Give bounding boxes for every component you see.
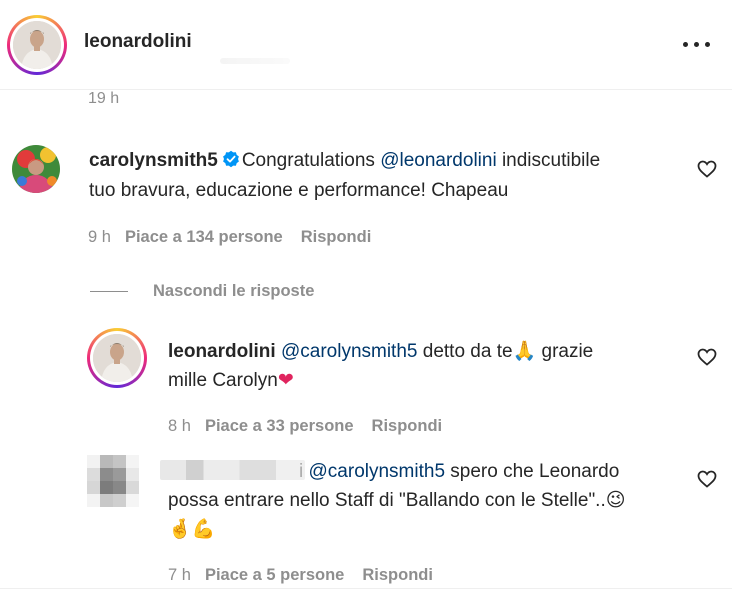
reply-text-line2: possa entrare nello Staff di "Ballando c… xyxy=(168,490,606,511)
wink-emoji: 😉 xyxy=(605,489,626,511)
reply-text: detto da te xyxy=(417,341,513,362)
reply-meta: 8 h Piace a 33 persone Rispondi xyxy=(168,417,442,436)
commenter-avatar[interactable] xyxy=(12,145,60,193)
heart-emoji: ❤ xyxy=(277,369,294,391)
reply-text-line2: mille Carolyn xyxy=(168,370,278,391)
reply-username[interactable]: leonardolini xyxy=(168,341,276,362)
hide-replies-toggle[interactable]: Nascondi le risposte xyxy=(90,280,314,302)
heart-outline-icon[interactable] xyxy=(697,348,717,366)
reply-time: 7 h xyxy=(168,566,191,584)
footer-divider xyxy=(0,588,732,589)
comment-text-pre: Congratulations xyxy=(241,150,381,171)
avatar-photo xyxy=(93,334,141,382)
comment-mention[interactable]: @leonardolini xyxy=(380,150,496,171)
post-header: leonardolini xyxy=(0,0,732,90)
comment-username[interactable]: carolynsmith5 xyxy=(89,150,218,171)
avatar-photo xyxy=(13,21,61,69)
comment-likes[interactable]: Piace a 134 persone xyxy=(125,228,283,246)
comment-text-post: indiscutibile xyxy=(496,150,601,171)
pixelated-avatar[interactable] xyxy=(87,455,139,507)
header-username[interactable]: leonardolini xyxy=(84,31,192,53)
post-time: 19 h xyxy=(88,90,120,107)
header-avatar[interactable] xyxy=(7,15,67,75)
reply-button[interactable]: Rispondi xyxy=(372,417,443,435)
reply-button[interactable]: Rispondi xyxy=(301,228,372,246)
reply-mention[interactable]: @carolynsmith5 xyxy=(281,341,418,362)
faded-caption xyxy=(220,58,290,64)
reply-likes[interactable]: Piace a 5 persone xyxy=(205,566,344,584)
comment-text-line2: tuo bravura, educazione e performance! C… xyxy=(89,180,509,201)
reply-username-suffix: i xyxy=(299,461,304,482)
hide-replies-label: Nascondi le risposte xyxy=(153,281,315,300)
heart-outline-icon[interactable] xyxy=(697,470,717,488)
divider-line xyxy=(90,290,128,292)
more-options-icon[interactable] xyxy=(683,34,711,54)
reply-button[interactable]: Rispondi xyxy=(362,566,433,584)
verified-badge-icon xyxy=(222,149,240,177)
flexed-biceps-emoji: 💪 xyxy=(191,518,216,540)
comment-time: 9 h xyxy=(88,228,111,246)
reply-text: spero che Leonardo xyxy=(445,461,620,482)
crossed-fingers-emoji: 🤞 xyxy=(168,518,192,540)
reply-body: leonardolini @carolynsmith5 detto da te🙏… xyxy=(168,337,668,395)
comment-body: carolynsmith5 Congratulations @leonardoli… xyxy=(89,147,669,205)
comment-meta: 9 h Piace a 134 persone Rispondi xyxy=(88,228,371,247)
reply-mention[interactable]: @carolynsmith5 xyxy=(309,461,446,482)
reply-body: i @carolynsmith5 spero che Leonardo poss… xyxy=(168,458,688,544)
heart-outline-icon[interactable] xyxy=(697,160,717,178)
reply-time: 8 h xyxy=(168,417,191,435)
folded-hands-emoji: 🙏 xyxy=(512,340,537,362)
reply-likes[interactable]: Piace a 33 persone xyxy=(205,417,354,435)
reply-avatar[interactable] xyxy=(87,328,147,388)
reply-meta: 7 h Piace a 5 persone Rispondi xyxy=(168,566,433,585)
reply-text-post: grazie xyxy=(536,341,594,362)
